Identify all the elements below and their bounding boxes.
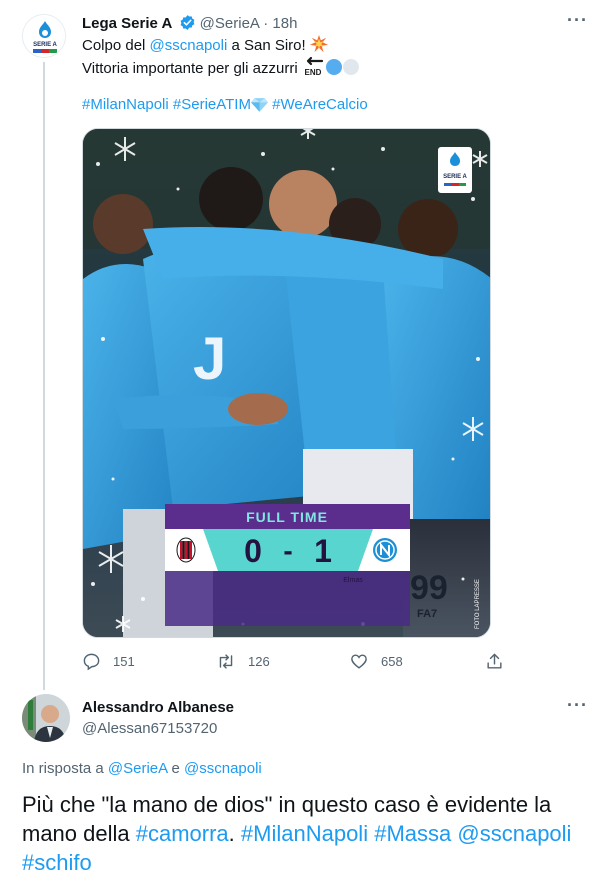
mention-sscnapoli[interactable]: @sscnapoli: [150, 37, 228, 54]
reply-count: 151: [113, 653, 135, 669]
tweet[interactable]: SERIE A Lega Serie A @SerieA · 18h ··· C…: [0, 0, 607, 690]
collision-emoji-icon: [309, 35, 328, 53]
like-count: 658: [381, 653, 403, 669]
reply-more-options-icon[interactable]: ···: [567, 695, 588, 716]
retweet-count: 126: [248, 653, 270, 669]
tweet-time[interactable]: · 18h: [263, 15, 297, 32]
hashtag-serieatim[interactable]: #SerieATIM: [173, 96, 251, 113]
reply-text: Più che "la mano de dios" in questo caso…: [22, 790, 592, 877]
tweet-text-line-1: Colpo del @sscnapoli a San Siro!: [82, 35, 522, 56]
text-segment: Vittoria importante per gli azzurri: [82, 60, 302, 77]
scorer-name: Elmas: [343, 577, 363, 584]
tweet-image[interactable]: J 99 FA7 SERIE A FULL TIME 0 - 1 Elmas F…: [82, 128, 491, 638]
tweet-hashtags: #MilanNapoli #SerieATIM #WeAreCalcio: [82, 95, 368, 115]
hashtag-milannapoli[interactable]: #MilanNapoli: [241, 821, 368, 846]
thread-line: [43, 62, 45, 690]
serie-a-watermark-icon: SERIE A: [438, 147, 472, 193]
svg-text:J: J: [193, 325, 226, 392]
reply-author-name[interactable]: Alessandro Albanese: [82, 699, 234, 716]
gem-emoji-icon: [250, 98, 268, 112]
ssc-napoli-badge-icon: [373, 538, 397, 562]
reply-icon: [83, 653, 100, 670]
away-score: 1: [314, 533, 332, 569]
scoreboard-title: FULL TIME: [246, 509, 328, 525]
shirt-name: FA7: [417, 608, 437, 620]
photo-credit: FOTO LAPRESSE: [475, 579, 481, 629]
reply-author-handle[interactable]: @Alessan67153720: [82, 720, 217, 737]
hashtag-massa[interactable]: #Massa: [374, 821, 451, 846]
share-button[interactable]: [485, 648, 516, 674]
heart-icon: [351, 653, 367, 669]
avatar-photo: [22, 694, 70, 742]
verified-badge-icon: [180, 15, 194, 30]
tweet-actions: 151 126 658: [82, 648, 512, 676]
serie-a-avatar[interactable]: SERIE A: [22, 14, 66, 58]
hashtag-schifo[interactable]: #schifo: [22, 850, 92, 875]
retweet-icon: [219, 653, 233, 669]
author-handle[interactable]: @SerieA: [200, 15, 259, 32]
text-segment: a San Siro!: [227, 37, 310, 54]
more-options-icon[interactable]: ···: [567, 10, 588, 31]
reply-avatar[interactable]: [22, 694, 70, 742]
end-arrow-emoji-icon: END: [304, 56, 323, 76]
shirt-number: 99: [410, 569, 448, 607]
replying-prefix: In risposta a: [22, 760, 108, 777]
replying-and: e: [167, 760, 184, 777]
tweet-text: Colpo del @sscnapoli a San Siro! Vittori…: [82, 35, 522, 79]
scoreboard: FULL TIME 0 - 1 Elmas: [165, 504, 410, 626]
text-segment: .: [228, 821, 241, 846]
watermark-logo-text: SERIE A: [443, 174, 467, 180]
hashtag-wearecalcio[interactable]: #WeAreCalcio: [272, 96, 368, 113]
reply-button[interactable]: 151: [82, 648, 135, 674]
hashtag-camorra[interactable]: #camorra: [136, 821, 229, 846]
mention-sscnapoli[interactable]: @sscnapoli: [457, 821, 571, 846]
tweet-text-line-2: Vittoria importante per gli azzurri END: [82, 56, 522, 79]
tweet-header: Lega Serie A @SerieA · 18h: [82, 14, 297, 33]
match-photo: J 99 FA7 SERIE A FULL TIME 0 - 1 Elmas F…: [83, 129, 490, 637]
replying-to-seriea[interactable]: @SerieA: [108, 760, 167, 777]
logo-text: SERIE A: [33, 42, 57, 48]
replying-to-sscnapoli[interactable]: @sscnapoli: [184, 760, 262, 777]
share-icon: [487, 653, 502, 669]
author-name[interactable]: Lega Serie A: [82, 15, 172, 32]
ac-milan-badge-icon: [176, 537, 196, 563]
score-separator: -: [283, 535, 292, 566]
like-button[interactable]: 658: [349, 648, 403, 674]
text-segment: Colpo del: [82, 37, 150, 54]
replying-to: In risposta a @SerieA e @sscnapoli: [22, 760, 262, 777]
home-score: 0: [244, 533, 262, 569]
serie-a-logo-icon: SERIE A: [23, 15, 65, 57]
end-label: END: [304, 68, 321, 76]
blue-white-circles-emoji-icon: [325, 59, 359, 75]
hashtag-milannapoli[interactable]: #MilanNapoli: [82, 96, 169, 113]
retweet-button[interactable]: 126: [216, 648, 270, 674]
